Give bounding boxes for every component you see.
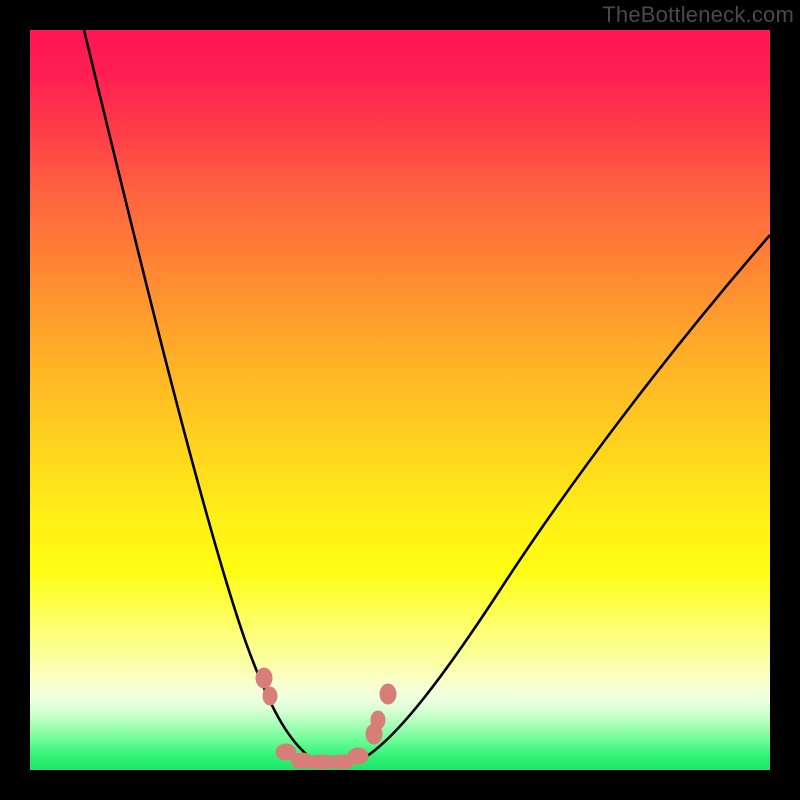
- marker-dots: [256, 668, 396, 769]
- plot-area: [30, 30, 770, 770]
- chart-frame: TheBottleneck.com: [0, 0, 800, 800]
- curve-path-main: [84, 30, 770, 767]
- watermark-text: TheBottleneck.com: [602, 2, 794, 28]
- bottleneck-curve: [30, 30, 770, 770]
